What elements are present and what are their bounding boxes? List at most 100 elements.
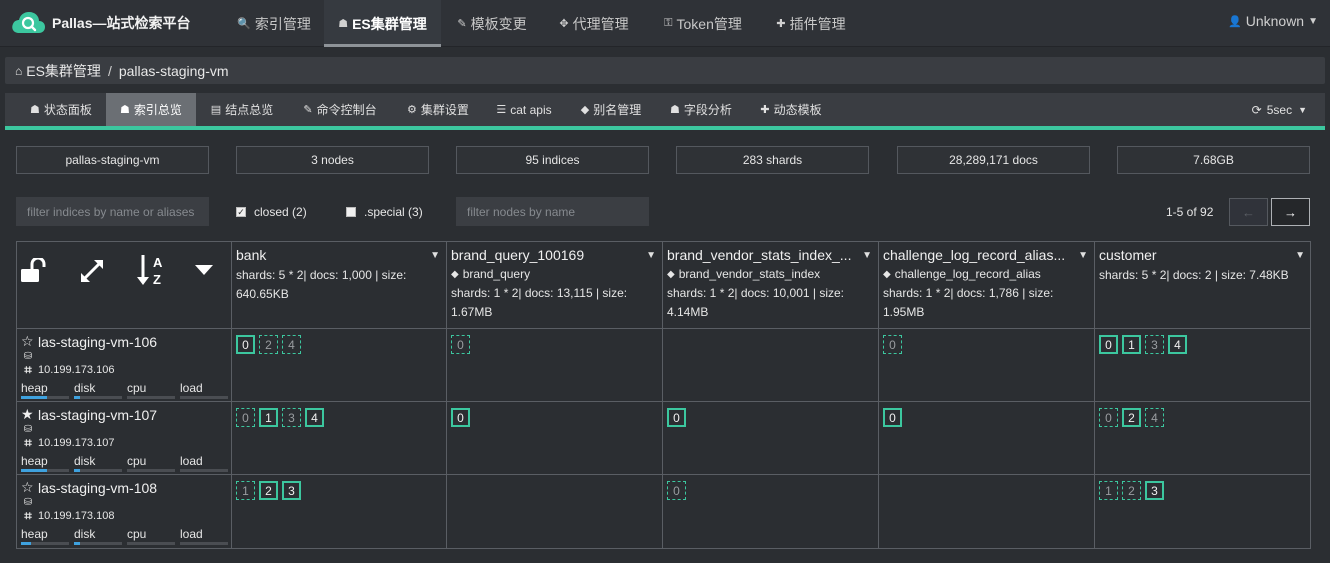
- meter-bar: [127, 542, 175, 545]
- meter-bar: [21, 542, 69, 545]
- shard-cell: [447, 475, 663, 548]
- subtab-2[interactable]: ▤ 结点总览: [198, 93, 286, 126]
- replica-shard[interactable]: 2: [1122, 481, 1141, 500]
- star-outline-icon: ☆: [21, 479, 34, 495]
- node-info: ☆ las-staging-vm-108 ⛁ ⌗ 10.199.173.108 heap d…: [17, 475, 232, 548]
- replica-shard[interactable]: 0: [883, 335, 902, 354]
- index-name[interactable]: bank: [236, 247, 426, 263]
- caret-down-icon[interactable]: [194, 264, 214, 276]
- key-icon: ⚿: [664, 17, 673, 29]
- cluster-stat-0: pallas-staging-vm: [16, 146, 209, 174]
- index-header: challenge_log_record_alias... ▼ ◆ challenge…: [879, 242, 1095, 329]
- filter-nodes-input[interactable]: [456, 197, 649, 226]
- next-page-button[interactable]: →: [1271, 198, 1310, 226]
- subtab-1[interactable]: ☗ 索引总览: [106, 93, 196, 126]
- node-meter-3: load: [180, 454, 233, 472]
- subtab-label: 结点总览: [225, 103, 274, 117]
- primary-shard[interactable]: 4: [1168, 335, 1187, 354]
- subtab-4[interactable]: ⚙ 集群设置: [393, 93, 483, 126]
- caret-down-icon[interactable]: ▼: [646, 250, 656, 261]
- index-name[interactable]: brand_query_100169: [451, 247, 641, 263]
- subtab-0[interactable]: ☗ 状态面板: [17, 93, 105, 126]
- expand-icon[interactable]: [79, 258, 105, 284]
- meter-fill: [21, 396, 48, 399]
- nav-item-2[interactable]: ✎ 模板变更: [444, 0, 540, 47]
- caret-down-icon[interactable]: ▼: [1295, 250, 1305, 261]
- primary-shard[interactable]: 3: [1145, 481, 1164, 500]
- alias-label: brand_vendor_stats_index: [678, 267, 821, 281]
- primary-shard[interactable]: 0: [1099, 335, 1118, 354]
- primary-shard[interactable]: 1: [1122, 335, 1141, 354]
- subtab-7[interactable]: ☗ 字段分析: [657, 93, 745, 126]
- sort-alpha-icon[interactable]: A Z: [137, 253, 167, 287]
- replica-shard[interactable]: 2: [259, 335, 278, 354]
- node-name[interactable]: las-staging-vm-106: [38, 334, 157, 350]
- caret-down-icon[interactable]: ▼: [862, 250, 872, 261]
- brand[interactable]: Pallas—站式检索平台: [10, 8, 190, 38]
- meter-label: cpu: [127, 381, 147, 395]
- replica-shard[interactable]: 0: [667, 481, 686, 500]
- replica-shard[interactable]: 1: [1099, 481, 1118, 500]
- index-header: brand_query_100169 ▼ ◆ brand_query shards: 1…: [447, 242, 663, 329]
- checkbox-checked-icon[interactable]: ✓: [236, 207, 246, 217]
- breadcrumb-current: pallas-staging-vm: [118, 62, 229, 79]
- primary-shard[interactable]: 0: [667, 408, 686, 427]
- caret-down-icon: ▼: [1308, 15, 1318, 27]
- user-menu[interactable]: 👤 Unknown ▼: [1228, 0, 1318, 42]
- replica-shard[interactable]: 3: [1145, 335, 1164, 354]
- index-name[interactable]: brand_vendor_stats_index_...: [667, 247, 857, 263]
- edit-icon: ✎: [457, 18, 467, 30]
- shard-allocation-grid: A Z bank ▼ shards: 5 * 2| docs: 1,000 | si…: [16, 241, 1311, 549]
- subtab-5[interactable]: ☰ cat apis: [484, 93, 564, 126]
- unlock-icon[interactable]: [20, 258, 48, 284]
- cluster-stat-2: 95 indices: [456, 146, 649, 174]
- replica-shard[interactable]: 0: [236, 408, 255, 427]
- replica-shard[interactable]: 0: [451, 335, 470, 354]
- filter-indices-input[interactable]: [16, 197, 209, 226]
- meter-fill: [74, 469, 80, 472]
- prev-page-button[interactable]: ←: [1229, 198, 1268, 226]
- index-stats: shards: 1 * 2| docs: 13,115 | size: 1.67…: [451, 286, 628, 319]
- closed-indices-checkbox[interactable]: ✓ closed (2): [236, 205, 307, 219]
- replica-shard[interactable]: 1: [236, 481, 255, 500]
- subtab-3[interactable]: ✎ 命令控制台: [288, 93, 392, 126]
- index-alias[interactable]: ◆ brand_query: [451, 267, 658, 281]
- node-name[interactable]: las-staging-vm-108: [38, 480, 157, 496]
- primary-shard[interactable]: 3: [282, 481, 301, 500]
- replica-shard[interactable]: 0: [1099, 408, 1118, 427]
- subtab-label: cat apis: [510, 102, 552, 117]
- shard-cell: [663, 329, 879, 402]
- primary-shard[interactable]: 2: [1122, 408, 1141, 427]
- primary-shard[interactable]: 0: [236, 335, 255, 354]
- nav-item-0[interactable]: 🔍 索引管理: [226, 0, 322, 47]
- subtab-8[interactable]: ✚ 动态模板: [746, 93, 836, 126]
- hdd-icon: ⛁: [23, 423, 33, 435]
- checkbox-unchecked-icon[interactable]: [346, 207, 356, 217]
- node-meter-2: cpu: [127, 381, 180, 399]
- replica-shard[interactable]: 4: [1145, 408, 1164, 427]
- index-name[interactable]: customer: [1099, 247, 1289, 263]
- breadcrumb-parent[interactable]: ES集群管理: [26, 61, 101, 81]
- primary-shard[interactable]: 4: [305, 408, 324, 427]
- meter-bar: [180, 469, 228, 472]
- primary-shard[interactable]: 1: [259, 408, 278, 427]
- replica-shard[interactable]: 4: [282, 335, 301, 354]
- nav-item-5[interactable]: ✚ 插件管理: [764, 0, 858, 47]
- special-indices-checkbox[interactable]: .special (3): [346, 205, 423, 219]
- subtab-6[interactable]: ◆ 别名管理: [566, 93, 656, 126]
- primary-shard[interactable]: 2: [259, 481, 278, 500]
- caret-down-icon[interactable]: ▼: [1078, 250, 1088, 261]
- nav-item-3[interactable]: ✥ 代理管理: [546, 0, 642, 47]
- nav-item-1[interactable]: ☗ ES集群管理: [324, 0, 441, 47]
- index-name[interactable]: challenge_log_record_alias...: [883, 247, 1073, 263]
- index-alias[interactable]: ◆ challenge_log_record_alias: [883, 267, 1090, 281]
- meter-fill: [74, 542, 80, 545]
- nav-item-4[interactable]: ⚿ Token管理: [650, 0, 756, 47]
- replica-shard[interactable]: 3: [282, 408, 301, 427]
- index-alias[interactable]: ◆ brand_vendor_stats_index: [667, 267, 874, 281]
- primary-shard[interactable]: 0: [883, 408, 902, 427]
- primary-shard[interactable]: 0: [451, 408, 470, 427]
- caret-down-icon[interactable]: ▼: [430, 250, 440, 261]
- node-name[interactable]: las-staging-vm-107: [38, 407, 157, 423]
- refresh-interval-dropdown[interactable]: ⟳ 5sec ▼: [1252, 93, 1307, 126]
